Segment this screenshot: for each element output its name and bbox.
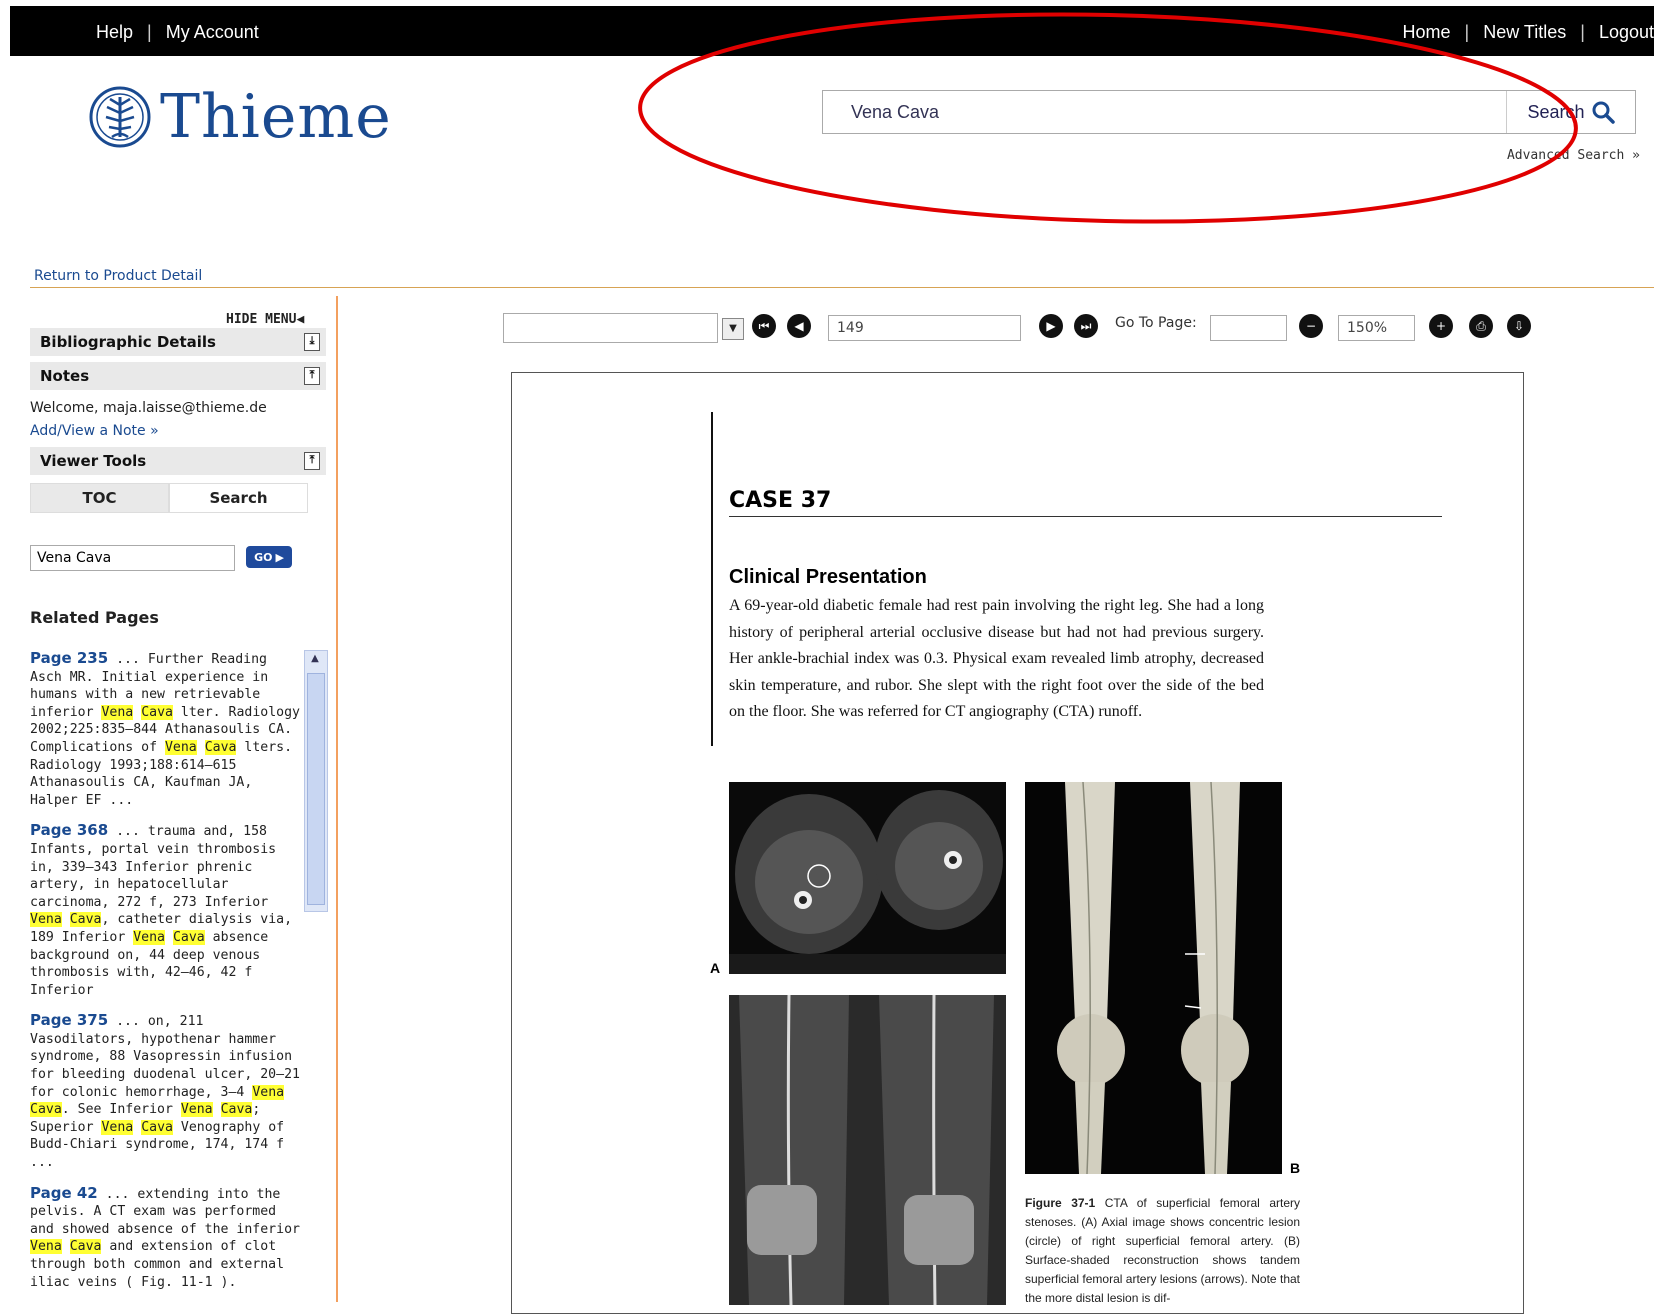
chevron-down-icon[interactable]: ▼ xyxy=(722,318,744,340)
collapse-icon[interactable]: ⤒ xyxy=(304,367,320,385)
related-pages-title: Related Pages xyxy=(30,608,159,627)
search-term-highlight: Cava xyxy=(30,1102,62,1118)
related-result-page-link[interactable]: Page 42 xyxy=(30,1184,98,1202)
figure-b-label: B xyxy=(1290,1160,1301,1176)
search-term-highlight: Cava xyxy=(204,739,237,755)
return-to-product-link[interactable]: Return to Product Detail xyxy=(34,268,202,284)
sidebar-search-input[interactable] xyxy=(30,545,235,571)
section-body: A 69-year-old diabetic female had rest p… xyxy=(729,597,1264,720)
figure-caption: Figure 37-1 CTA of superficial femoral a… xyxy=(1025,1194,1300,1308)
go-button[interactable]: GO ▶ xyxy=(246,546,292,568)
search-term-highlight: Vena xyxy=(101,704,134,720)
first-page-icon[interactable]: ⏮ xyxy=(752,314,776,338)
result-snippet-text xyxy=(62,1239,70,1254)
case-title: CASE 37 xyxy=(729,488,832,513)
zoom-out-icon[interactable]: − xyxy=(1299,314,1323,338)
tab-toc[interactable]: TOC xyxy=(30,483,169,513)
viewer-tools-label: Viewer Tools xyxy=(40,452,147,470)
page-margin-rule xyxy=(711,412,713,746)
result-snippet-text xyxy=(165,930,173,945)
expand-icon[interactable]: ⤓ xyxy=(304,333,320,351)
search-term-highlight: Cava xyxy=(69,1239,102,1255)
related-result-item: Page 375 ... on, 211 Vasodilators, hypot… xyxy=(30,1011,302,1171)
related-result-item: Page 368 ... trauma and, 158 Infants, po… xyxy=(30,822,302,999)
go-to-page-label: Go To Page: xyxy=(1115,315,1197,331)
search-term-highlight: Vena xyxy=(252,1084,285,1100)
case-title-rule xyxy=(729,516,1442,517)
figure-a-label: A xyxy=(710,960,721,976)
search-term-highlight: Cava xyxy=(141,1119,173,1135)
hide-menu-label: HIDE MENU xyxy=(226,312,297,327)
sidebar-divider xyxy=(336,296,338,1302)
next-page-icon[interactable]: ▶ xyxy=(1039,314,1063,338)
coronal-ct-drawing xyxy=(729,995,1006,1305)
collapse-icon[interactable]: ⤒ xyxy=(304,452,320,470)
document-page xyxy=(511,372,1524,1314)
caption-text: CTA of superficial femoral artery stenos… xyxy=(1025,1196,1300,1305)
page-number-input[interactable] xyxy=(828,315,1021,341)
search-term-highlight: Cava xyxy=(220,1102,253,1118)
search-term-highlight: Vena xyxy=(30,912,62,928)
result-snippet-text: . See Inferior xyxy=(61,1102,181,1118)
search-term-highlight: Vena xyxy=(30,1239,62,1255)
reconstruction-drawing xyxy=(1025,782,1282,1174)
viewer-tools-tabs: TOC Search xyxy=(30,483,308,513)
scrollbar-thumb[interactable] xyxy=(307,673,325,905)
figure-b-reconstruction-image xyxy=(1025,782,1282,1174)
hide-menu-button[interactable]: HIDE MENU◀ xyxy=(226,312,304,327)
result-snippet-text xyxy=(133,1120,141,1135)
go-to-page-input[interactable] xyxy=(1210,315,1287,341)
welcome-text: Welcome, maja.laisse@thieme.de xyxy=(30,400,267,416)
zoom-level-input[interactable] xyxy=(1338,315,1415,341)
triangle-left-icon: ◀ xyxy=(296,312,305,327)
search-term-highlight: Cava xyxy=(172,929,205,945)
section-title: Clinical Presentation xyxy=(729,566,927,588)
last-page-icon[interactable]: ⏭ xyxy=(1074,314,1098,338)
notes-header[interactable]: Notes ⤒ xyxy=(30,362,326,390)
scroll-up-icon[interactable]: ▲ xyxy=(307,653,323,667)
bibliographic-details-header[interactable]: Bibliographic Details ⤓ xyxy=(30,328,326,356)
search-term-highlight: Cava xyxy=(141,704,173,720)
previous-page-icon[interactable]: ◀ xyxy=(787,314,811,338)
search-term-highlight: Vena xyxy=(164,739,197,755)
related-result-page-link[interactable]: Page 375 xyxy=(30,1011,108,1029)
related-result-item: Page 235 ... Further Reading Asch MR. In… xyxy=(30,650,302,809)
notes-label: Notes xyxy=(40,367,90,385)
search-term-highlight: Vena xyxy=(101,1119,134,1135)
result-snippet-text xyxy=(133,705,141,720)
related-result-page-link[interactable]: Page 368 xyxy=(30,821,108,840)
related-pages-list: Page 235 ... Further Reading Asch MR. In… xyxy=(30,650,302,1290)
result-snippet-text xyxy=(62,912,70,927)
go-label: GO xyxy=(254,550,273,564)
viewer-tools-header[interactable]: Viewer Tools ⤒ xyxy=(30,447,326,475)
bibliographic-details-label: Bibliographic Details xyxy=(40,333,216,351)
tab-search[interactable]: Search xyxy=(169,483,308,513)
search-term-highlight: Vena xyxy=(180,1102,213,1118)
result-snippet-text xyxy=(197,740,205,755)
header-divider xyxy=(30,287,1654,288)
figure-a-axial-ct-image xyxy=(729,782,1006,974)
result-snippet-text xyxy=(213,1102,221,1117)
caption-label: Figure 37-1 xyxy=(1025,1196,1096,1210)
download-icon[interactable]: ⇩ xyxy=(1507,314,1531,338)
print-icon[interactable]: ⎙ xyxy=(1469,314,1493,338)
add-view-note-link[interactable]: Add/View a Note » xyxy=(30,423,159,439)
figure-coronal-ct-image xyxy=(729,995,1006,1305)
results-scrollbar[interactable]: ▲ xyxy=(304,650,328,912)
zoom-in-icon[interactable]: + xyxy=(1429,314,1453,338)
related-result-page-link[interactable]: Page 235 xyxy=(30,650,108,667)
search-term-highlight: Cava xyxy=(69,912,102,928)
axial-ct-drawing xyxy=(729,790,1006,974)
search-term-highlight: Vena xyxy=(133,929,165,945)
chapter-select[interactable] xyxy=(503,313,718,343)
related-result-item: Page 42 ... extending into the pelvis. A… xyxy=(30,1184,302,1290)
chevron-right-icon: ▶ xyxy=(275,550,284,564)
